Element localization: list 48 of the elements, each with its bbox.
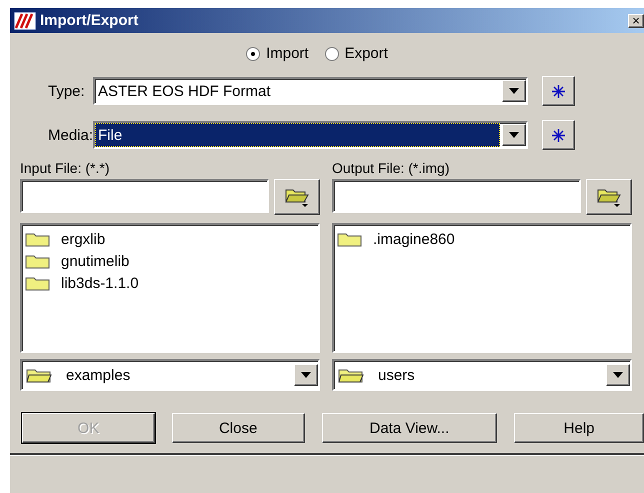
radio-option[interactable]: Import	[246, 45, 309, 62]
caret-icon	[301, 372, 311, 378]
open-folder-icon	[284, 187, 310, 207]
asterisk-button[interactable]	[542, 120, 575, 150]
pane-label: Input File: (*.*)	[20, 160, 110, 178]
file-input-field[interactable]	[332, 179, 582, 213]
asterisk-button[interactable]	[542, 76, 575, 106]
folder-icon	[337, 231, 363, 247]
window-title: Import/Export	[40, 12, 140, 29]
folder-icon	[25, 275, 51, 291]
radio-option[interactable]: Export	[324, 45, 388, 62]
dropdown-value: ASTER EOS HDF Format	[97, 82, 272, 102]
dropdown-button[interactable]	[294, 364, 318, 386]
dropdown-value: File	[95, 123, 500, 147]
directory-name: examples	[66, 366, 132, 384]
folder-item[interactable]: .imagine860	[373, 230, 455, 248]
dropdown-field[interactable]: File	[93, 121, 528, 149]
caret-icon	[509, 88, 519, 94]
browse-button[interactable]	[274, 179, 320, 215]
field-label: Media:	[47, 126, 93, 144]
dropdown-button[interactable]	[502, 124, 526, 146]
asterisk-icon	[552, 128, 565, 142]
folder-icon	[25, 231, 51, 247]
dialog-button[interactable]: Close	[172, 413, 305, 443]
close-button[interactable]: ×	[628, 14, 644, 28]
directory-dropdown[interactable]: users	[332, 359, 632, 391]
caret-icon	[613, 372, 623, 378]
file-input-field[interactable]	[20, 179, 270, 213]
dropdown-button[interactable]	[606, 364, 630, 386]
open-folder-icon	[338, 367, 364, 383]
asterisk-icon	[552, 84, 565, 98]
dialog-button[interactable]: Help	[514, 413, 644, 443]
open-folder-icon	[26, 367, 52, 383]
pane-label: Output File: (*.img)	[332, 160, 450, 178]
folder-item[interactable]: lib3ds-1.1.0	[61, 274, 139, 292]
caret-icon	[509, 132, 519, 138]
dropdown-field[interactable]: ASTER EOS HDF Format	[93, 77, 528, 105]
browse-button[interactable]	[586, 179, 632, 215]
dropdown-button[interactable]	[502, 80, 526, 102]
folder-icon	[25, 253, 51, 269]
dialog-button[interactable]: Data View...	[322, 413, 498, 443]
open-folder-icon	[596, 187, 622, 207]
app-icon	[14, 12, 36, 30]
directory-name: users	[378, 366, 416, 384]
folder-item[interactable]: gnutimelib	[61, 252, 130, 270]
field-label: Type:	[47, 82, 86, 100]
folder-item[interactable]: ergxlib	[61, 230, 106, 248]
directory-dropdown[interactable]: examples	[20, 359, 320, 391]
